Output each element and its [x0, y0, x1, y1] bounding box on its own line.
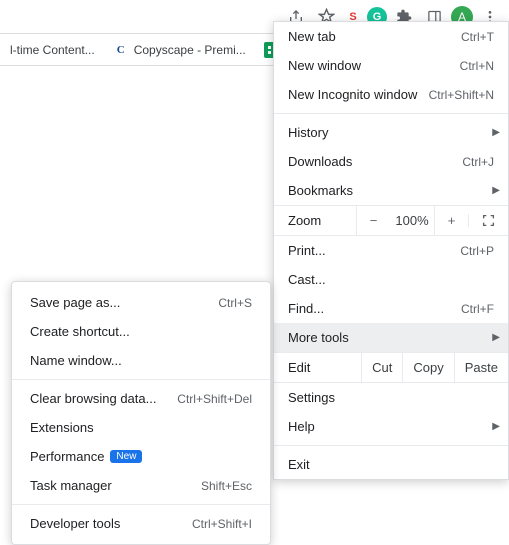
submenu-developer-tools[interactable]: Developer tools Ctrl+Shift+I — [12, 509, 270, 538]
bookmark-label: Copyscape - Premi... — [134, 43, 246, 57]
submenu-label: Performance — [30, 449, 104, 464]
submenu-shortcut: Ctrl+Shift+I — [192, 517, 252, 531]
bookmark-item[interactable]: l-time Content... — [4, 39, 101, 61]
menu-settings[interactable]: Settings — [274, 383, 508, 412]
menu-label: New window — [288, 58, 361, 73]
menu-separator — [274, 113, 508, 114]
bookmark-label: l-time Content... — [10, 43, 95, 57]
menu-shortcut: Ctrl+Shift+N — [429, 88, 494, 102]
menu-separator — [274, 445, 508, 446]
menu-shortcut: Ctrl+N — [460, 59, 494, 73]
submenu-label: Create shortcut... — [30, 324, 130, 339]
zoom-label: Zoom — [274, 206, 356, 235]
menu-separator — [12, 379, 270, 380]
menu-separator — [12, 504, 270, 505]
menu-label: History — [288, 125, 328, 140]
submenu-label: Clear browsing data... — [30, 391, 156, 406]
menu-new-window[interactable]: New window Ctrl+N — [274, 51, 508, 80]
copy-button[interactable]: Copy — [402, 353, 453, 382]
submenu-name-window[interactable]: Name window... — [12, 346, 270, 375]
copyscape-favicon-icon: C — [113, 42, 129, 58]
submenu-performance[interactable]: Performance New — [12, 442, 270, 471]
menu-downloads[interactable]: Downloads Ctrl+J — [274, 147, 508, 176]
more-tools-submenu: Save page as... Ctrl+S Create shortcut..… — [11, 281, 271, 545]
menu-find[interactable]: Find... Ctrl+F — [274, 294, 508, 323]
new-badge: New — [110, 450, 142, 463]
menu-shortcut: Ctrl+J — [462, 155, 494, 169]
menu-bookmarks[interactable]: Bookmarks ▶ — [274, 176, 508, 205]
menu-label: Print... — [288, 243, 326, 258]
paste-button[interactable]: Paste — [454, 353, 508, 382]
menu-shortcut: Ctrl+F — [461, 302, 494, 316]
fullscreen-button[interactable] — [468, 214, 508, 227]
edit-label: Edit — [274, 353, 361, 382]
menu-label: Exit — [288, 457, 310, 472]
menu-more-tools[interactable]: More tools ▶ — [274, 323, 508, 352]
menu-help[interactable]: Help ▶ — [274, 412, 508, 441]
chevron-right-icon: ▶ — [492, 127, 500, 138]
submenu-create-shortcut[interactable]: Create shortcut... — [12, 317, 270, 346]
chevron-right-icon: ▶ — [492, 185, 500, 196]
submenu-label: Extensions — [30, 420, 94, 435]
menu-shortcut: Ctrl+P — [460, 244, 494, 258]
menu-incognito[interactable]: New Incognito window Ctrl+Shift+N — [274, 80, 508, 109]
zoom-out-button[interactable]: − — [356, 206, 390, 235]
submenu-label-wrap: Performance New — [30, 449, 142, 464]
submenu-task-manager[interactable]: Task manager Shift+Esc — [12, 471, 270, 500]
submenu-extensions[interactable]: Extensions — [12, 413, 270, 442]
menu-label: Cast... — [288, 272, 326, 287]
submenu-save-page[interactable]: Save page as... Ctrl+S — [12, 288, 270, 317]
chrome-main-menu: New tab Ctrl+T New window Ctrl+N New Inc… — [273, 21, 509, 480]
menu-history[interactable]: History ▶ — [274, 118, 508, 147]
submenu-label: Name window... — [30, 353, 122, 368]
menu-label: Help — [288, 419, 315, 434]
submenu-label: Developer tools — [30, 516, 120, 531]
menu-label: Find... — [288, 301, 324, 316]
cut-button[interactable]: Cut — [361, 353, 402, 382]
menu-print[interactable]: Print... Ctrl+P — [274, 236, 508, 265]
menu-new-tab[interactable]: New tab Ctrl+T — [274, 22, 508, 51]
menu-zoom-row: Zoom − 100% + — [274, 205, 508, 236]
menu-shortcut: Ctrl+T — [461, 30, 494, 44]
menu-label: Bookmarks — [288, 183, 353, 198]
menu-exit[interactable]: Exit — [274, 450, 508, 479]
submenu-clear-data[interactable]: Clear browsing data... Ctrl+Shift+Del — [12, 384, 270, 413]
submenu-label: Save page as... — [30, 295, 120, 310]
zoom-value: 100% — [390, 213, 434, 228]
submenu-label: Task manager — [30, 478, 112, 493]
menu-label: Downloads — [288, 154, 352, 169]
bookmark-item[interactable]: C Copyscape - Premi... — [107, 38, 252, 62]
chevron-right-icon: ▶ — [492, 332, 500, 343]
menu-label: Settings — [288, 390, 335, 405]
submenu-shortcut: Ctrl+Shift+Del — [177, 392, 252, 406]
menu-label: New tab — [288, 29, 336, 44]
menu-cast[interactable]: Cast... — [274, 265, 508, 294]
submenu-shortcut: Ctrl+S — [218, 296, 252, 310]
submenu-shortcut: Shift+Esc — [201, 479, 252, 493]
zoom-in-button[interactable]: + — [434, 206, 468, 235]
menu-edit-row: Edit Cut Copy Paste — [274, 352, 508, 383]
menu-label: More tools — [288, 330, 349, 345]
menu-label: New Incognito window — [288, 87, 417, 102]
chevron-right-icon: ▶ — [492, 421, 500, 432]
